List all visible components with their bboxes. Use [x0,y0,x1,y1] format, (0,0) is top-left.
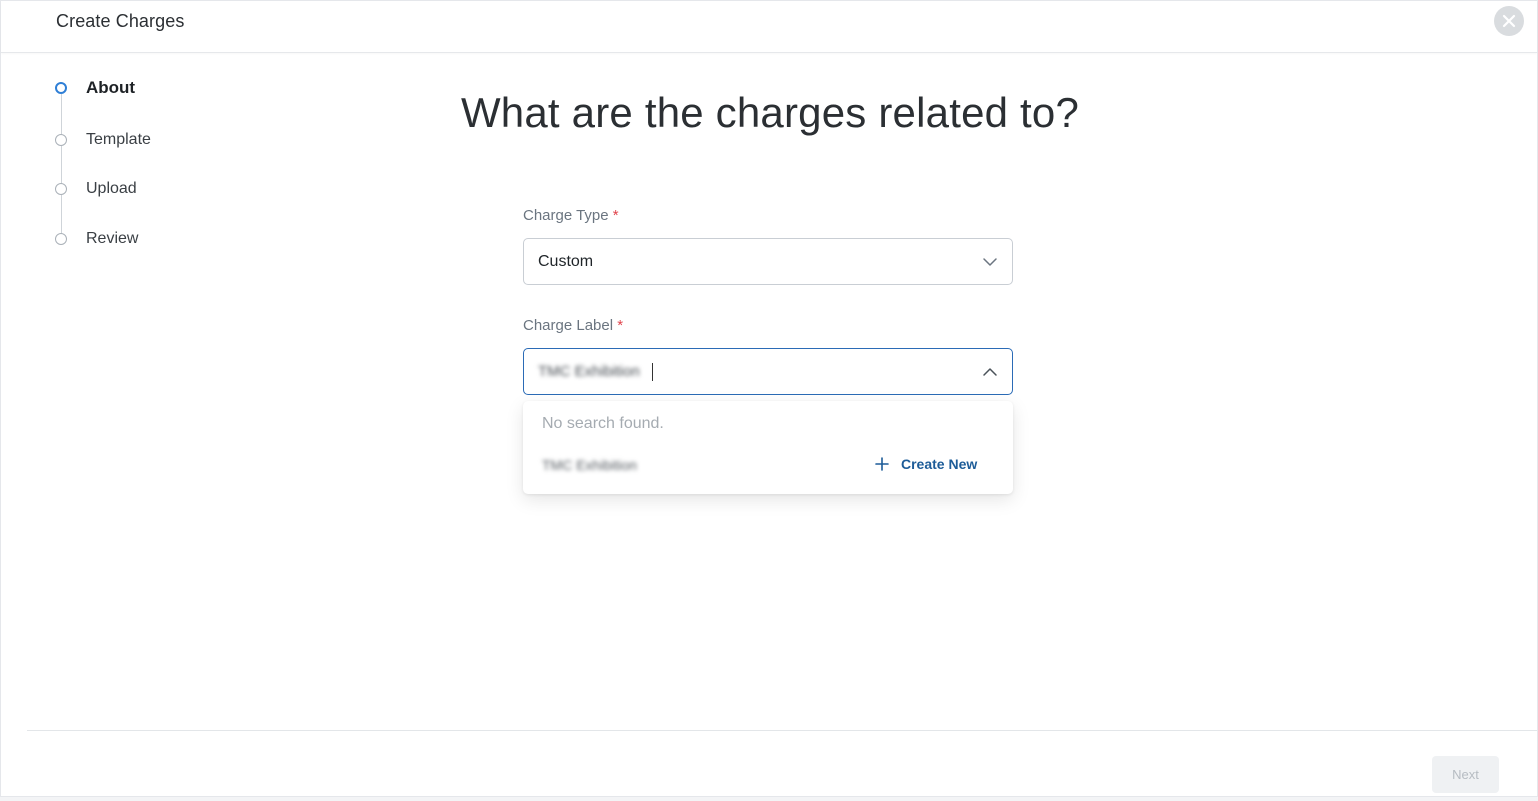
charge-type-value: Custom [538,253,594,270]
text-caret [652,363,653,381]
search-term-option: TMC Exhibition [542,457,637,473]
step-indicator [55,183,67,195]
required-mark: * [617,317,624,334]
create-new-button[interactable]: Create New [875,456,977,472]
charge-type-label: Charge Type * [523,207,619,224]
close-icon [1502,14,1516,28]
charge-label-input[interactable]: TMC Exhibition [523,348,1013,395]
step-label: Review [86,230,139,247]
create-new-label: Create New [901,456,978,472]
charge-label-label: Charge Label * [523,317,623,334]
next-button[interactable]: Next [1432,756,1499,793]
modal-header: Create Charges [1,1,1537,53]
charge-label-dropdown: No search found. TMC Exhibition Create N… [523,401,1013,494]
step-label: Upload [86,180,137,197]
step-indicator [55,233,67,245]
modal-title: Create Charges [56,11,185,31]
create-charges-modal: Create Charges About Template Upload Rev… [0,0,1538,797]
close-button[interactable] [1494,6,1524,36]
step-upload[interactable]: Upload [55,176,137,202]
footer-divider [27,730,1537,731]
required-mark: * [612,207,619,224]
chevron-up-icon [983,368,997,376]
plus-icon [875,457,889,471]
chevron-down-icon [983,258,997,266]
charge-type-select[interactable]: Custom [523,238,1013,285]
charge-label-label-text: Charge Label [523,317,614,334]
step-review[interactable]: Review [55,226,138,252]
no-results-text: No search found. [542,415,664,432]
charge-type-label-text: Charge Type [523,207,609,224]
page-title: What are the charges related to? [460,89,1080,136]
charge-label-value: TMC Exhibition [538,363,640,380]
